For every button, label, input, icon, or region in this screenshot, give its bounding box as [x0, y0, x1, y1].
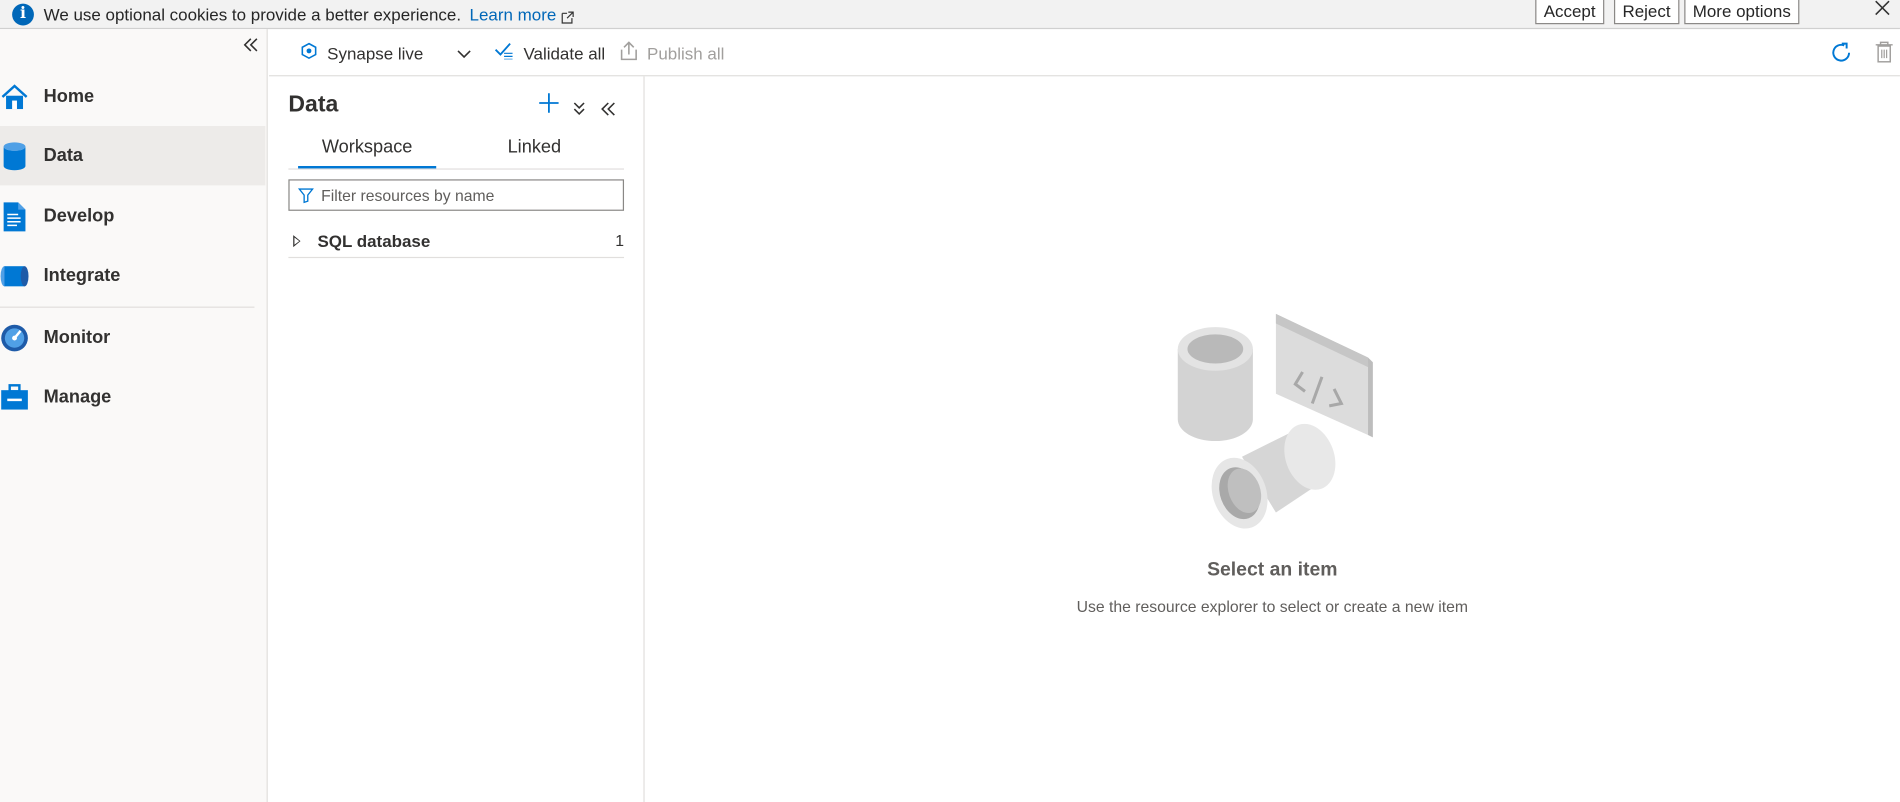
publish-all-label: Publish all — [647, 43, 725, 63]
nav-item-home[interactable]: Home — [0, 67, 265, 126]
document-icon — [0, 201, 29, 231]
cookie-message: We use optional cookies to provide a bet… — [43, 4, 462, 24]
empty-state-title: Select an item — [1207, 559, 1338, 581]
selected-tab-indicator — [298, 166, 437, 169]
refresh-icon[interactable] — [1830, 41, 1853, 68]
discard-icon[interactable] — [1874, 41, 1893, 66]
nav-item-manage[interactable]: Manage — [0, 367, 265, 426]
nav-label-data: Data — [43, 145, 84, 167]
empty-state-subtitle: Use the resource explorer to select or c… — [1076, 597, 1468, 616]
nav-item-integrate[interactable]: Integrate — [0, 246, 265, 305]
validate-all-label: Validate all — [523, 43, 606, 63]
nav-label-integrate: Integrate — [43, 265, 121, 286]
tree-item-count: 1 — [615, 231, 625, 250]
tree-item-label: SQL database — [317, 230, 431, 251]
reject-button[interactable]: Reject — [1613, 0, 1680, 25]
chevron-down-icon — [457, 43, 472, 62]
close-icon[interactable] — [1874, 0, 1890, 22]
cookie-banner: i We use optional cookies to provide a b… — [0, 0, 1900, 30]
collapse-panel-icon[interactable] — [601, 97, 616, 122]
nav-label-develop: Develop — [43, 205, 115, 227]
empty-state-illustration — [1169, 309, 1377, 548]
filter-box — [288, 179, 625, 211]
workspace-mode-dropdown[interactable]: Synapse live — [301, 29, 472, 76]
learn-more-link[interactable]: Learn more — [470, 4, 557, 23]
expand-all-icon[interactable] — [572, 97, 587, 122]
info-icon: i — [12, 3, 34, 25]
nav-label-monitor: Monitor — [43, 327, 111, 348]
panel-title: Data — [288, 92, 339, 118]
app-window: i We use optional cookies to provide a b… — [0, 0, 1900, 802]
publish-all-button[interactable]: Publish all — [620, 29, 724, 76]
accept-button[interactable]: Accept — [1535, 0, 1605, 25]
left-navigation: Home Data Develop Integrate Monitor Mana… — [0, 29, 268, 802]
tab-linked[interactable]: Linked — [463, 137, 606, 158]
collapse-nav-icon[interactable] — [243, 36, 259, 58]
pipeline-icon — [0, 261, 29, 290]
expand-caret-icon[interactable] — [293, 234, 301, 247]
publish-icon — [620, 41, 637, 64]
filter-icon — [298, 187, 314, 203]
database-icon — [0, 141, 29, 170]
toolbox-icon — [0, 382, 29, 411]
synapse-icon — [301, 42, 318, 63]
nav-label-home: Home — [43, 86, 95, 107]
tab-divider — [288, 168, 625, 170]
gauge-icon — [0, 323, 29, 352]
external-link-icon — [561, 8, 574, 24]
nav-label-manage: Manage — [43, 386, 112, 408]
top-toolbar: Synapse live Validate all Publish all — [268, 29, 1900, 77]
nav-item-data[interactable]: Data — [0, 126, 266, 186]
database-illustration — [1177, 327, 1253, 442]
validate-icon — [494, 42, 513, 63]
nav-item-develop[interactable]: Develop — [0, 187, 265, 246]
workspace-mode-label: Synapse live — [327, 43, 424, 63]
validate-all-button[interactable]: Validate all — [494, 29, 605, 76]
tab-workspace[interactable]: Workspace — [298, 137, 436, 158]
code-window-illustration — [1275, 313, 1373, 438]
data-explorer-panel: Data Workspace Linked SQL database 1 — [269, 76, 645, 802]
tree-item-sql-database[interactable]: SQL database 1 — [288, 224, 625, 259]
nav-item-monitor[interactable]: Monitor — [0, 308, 265, 367]
home-icon — [0, 82, 29, 111]
add-icon[interactable] — [538, 92, 560, 120]
more-options-button[interactable]: More options — [1684, 0, 1800, 25]
filter-input[interactable] — [321, 185, 612, 205]
